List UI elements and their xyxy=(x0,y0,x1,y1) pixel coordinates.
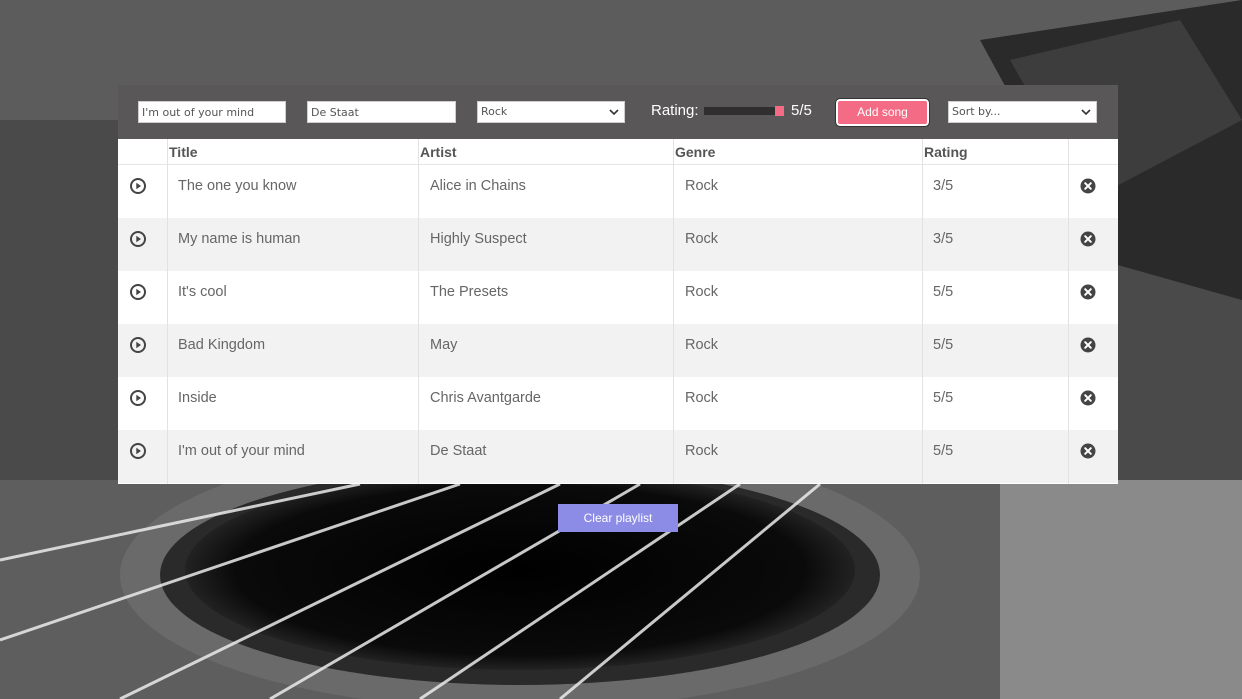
close-circle-icon[interactable] xyxy=(1080,337,1096,353)
sort-select[interactable]: Sort by... xyxy=(948,101,1097,123)
play-circle-icon[interactable] xyxy=(130,178,146,194)
artist-input[interactable] xyxy=(307,101,456,123)
table-row: My name is human Highly Suspect Rock 3/5 xyxy=(118,218,1118,271)
song-genre-cell: Rock xyxy=(685,390,719,406)
song-genre-cell: Rock xyxy=(685,178,719,194)
table-row: I'm out of your mind De Staat Rock 5/5 xyxy=(118,430,1118,483)
chevron-down-icon xyxy=(1081,109,1091,116)
play-circle-icon[interactable] xyxy=(130,284,146,300)
clear-playlist-button[interactable]: Clear playlist xyxy=(558,504,678,532)
song-artist-cell: Highly Suspect xyxy=(430,231,527,247)
song-artist-cell: Chris Avantgarde xyxy=(430,390,541,406)
sort-select-value: Sort by... xyxy=(952,105,1001,118)
play-circle-icon[interactable] xyxy=(130,443,146,459)
song-title-cell: I'm out of your mind xyxy=(178,443,305,459)
play-circle-icon[interactable] xyxy=(130,231,146,247)
song-artist-cell: The Presets xyxy=(430,284,509,300)
add-song-toolbar: Rock Rating: 5/5 Add song Sort by... xyxy=(118,85,1118,139)
table-header: Title Artist Genre Rating xyxy=(118,139,1118,165)
playlist-panel: Rock Rating: 5/5 Add song Sort by... Tit… xyxy=(118,85,1118,484)
table-row: It's cool The Presets Rock 5/5 xyxy=(118,271,1118,324)
add-song-button[interactable]: Add song xyxy=(835,98,930,127)
song-title-cell: Bad Kingdom xyxy=(178,337,266,353)
song-title-cell: The one you know xyxy=(178,178,297,194)
header-artist: Artist xyxy=(420,144,457,160)
song-rating-cell: 5/5 xyxy=(933,390,954,406)
close-circle-icon[interactable] xyxy=(1080,284,1096,300)
table-row: Inside Chris Avantgarde Rock 5/5 xyxy=(118,377,1118,430)
close-circle-icon[interactable] xyxy=(1080,231,1096,247)
song-genre-cell: Rock xyxy=(685,443,719,459)
play-circle-icon[interactable] xyxy=(130,337,146,353)
song-rating-cell: 5/5 xyxy=(933,284,954,300)
rating-value: 5/5 xyxy=(791,102,812,119)
song-rating-cell: 5/5 xyxy=(933,443,954,459)
header-title: Title xyxy=(169,144,198,160)
song-artist-cell: Alice in Chains xyxy=(430,178,526,194)
song-rating-cell: 3/5 xyxy=(933,231,954,247)
column-divider xyxy=(1068,139,1069,484)
song-genre-cell: Rock xyxy=(685,337,719,353)
header-genre: Genre xyxy=(675,144,716,160)
song-artist-cell: May xyxy=(430,337,458,353)
close-circle-icon[interactable] xyxy=(1080,178,1096,194)
chevron-down-icon xyxy=(609,109,619,116)
rating-slider[interactable] xyxy=(704,106,784,116)
genre-select-value: Rock xyxy=(481,105,508,118)
column-divider xyxy=(922,139,923,484)
close-circle-icon[interactable] xyxy=(1080,443,1096,459)
rating-slider-thumb[interactable] xyxy=(775,106,784,116)
table-row: The one you know Alice in Chains Rock 3/5 xyxy=(118,165,1118,218)
genre-select[interactable]: Rock xyxy=(477,101,625,123)
song-title-cell: Inside xyxy=(178,390,217,406)
column-divider xyxy=(167,139,168,484)
rating-slider-fill xyxy=(704,107,784,115)
song-rating-cell: 3/5 xyxy=(933,178,954,194)
header-rating: Rating xyxy=(924,144,968,160)
table-row: Bad Kingdom May Rock 5/5 xyxy=(118,324,1118,377)
song-genre-cell: Rock xyxy=(685,284,719,300)
song-genre-cell: Rock xyxy=(685,231,719,247)
rating-label: Rating: xyxy=(651,102,699,119)
song-title-cell: It's cool xyxy=(178,284,227,300)
song-title-cell: My name is human xyxy=(178,231,301,247)
column-divider xyxy=(418,139,419,484)
song-artist-cell: De Staat xyxy=(430,443,487,459)
close-circle-icon[interactable] xyxy=(1080,390,1096,406)
song-rating-cell: 5/5 xyxy=(933,337,954,353)
column-divider xyxy=(673,139,674,484)
song-title-input[interactable] xyxy=(138,101,286,123)
play-circle-icon[interactable] xyxy=(130,390,146,406)
